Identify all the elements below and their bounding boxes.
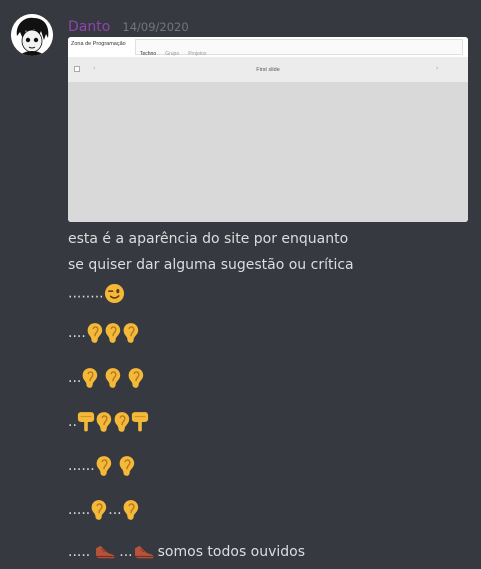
closing-text: somos todos ouvidos [157,544,306,560]
ear-icon [86,322,104,344]
message-line-shoes: ........ somos todos ouvidos [68,543,305,561]
ear-icon [95,455,113,477]
dots: ... [119,544,133,560]
message-line-ears-points: .. [68,411,149,433]
ear-icon [127,367,145,389]
carousel-bar: ‹ First slide › [68,57,468,82]
message-line: esta é a aparência do site por enquanto [68,231,349,247]
carousel-caption: First slide [256,67,280,73]
timestamp: 14/09/2020 [122,20,189,34]
image-attachment[interactable]: Zona de Programação Techno Grupo Projeto… [68,37,468,222]
message-line-ears: .... [68,322,140,344]
pointing-down-icon [77,411,95,433]
ear-icon [122,322,140,344]
avatar[interactable] [11,14,53,56]
ear-icon [104,322,122,344]
message-line-ears: ........ [68,499,140,521]
ear-icon [118,455,136,477]
dots: ...... [68,458,95,474]
message-header: Danto 14/09/2020 [68,16,189,35]
pointing-down-icon [131,411,149,433]
ear-icon [113,411,131,433]
dots: ... [108,502,122,518]
dots: .. [68,414,77,430]
ear-icon [81,367,99,389]
dots: ..... [68,502,91,518]
dots: ..... [68,544,91,560]
shoe-icon [133,543,155,561]
ear-icon [122,499,140,521]
site-brand: Zona de Programação [71,41,126,47]
dots: ... [68,370,82,386]
dots: ........ [68,285,104,302]
shoe-icon [94,543,116,561]
message-line: se quiser dar alguma sugestão ou crítica [68,257,354,273]
site-tabs: Techno Grupo Projetos [135,39,463,57]
message-line-wink: ........ [68,283,125,304]
chevron-right-icon: › [436,65,439,72]
message-line-ears: ...... [68,455,136,477]
dots: .... [68,325,86,341]
winking-face-icon [104,283,125,304]
ear-icon [90,499,108,521]
username[interactable]: Danto [68,19,110,35]
site-carousel: ‹ First slide › [68,57,468,222]
site-navbar: Zona de Programação Techno Grupo Projeto… [68,37,468,57]
message-line-ears: ... [68,367,145,389]
ear-icon [104,367,122,389]
ear-icon [95,411,113,433]
